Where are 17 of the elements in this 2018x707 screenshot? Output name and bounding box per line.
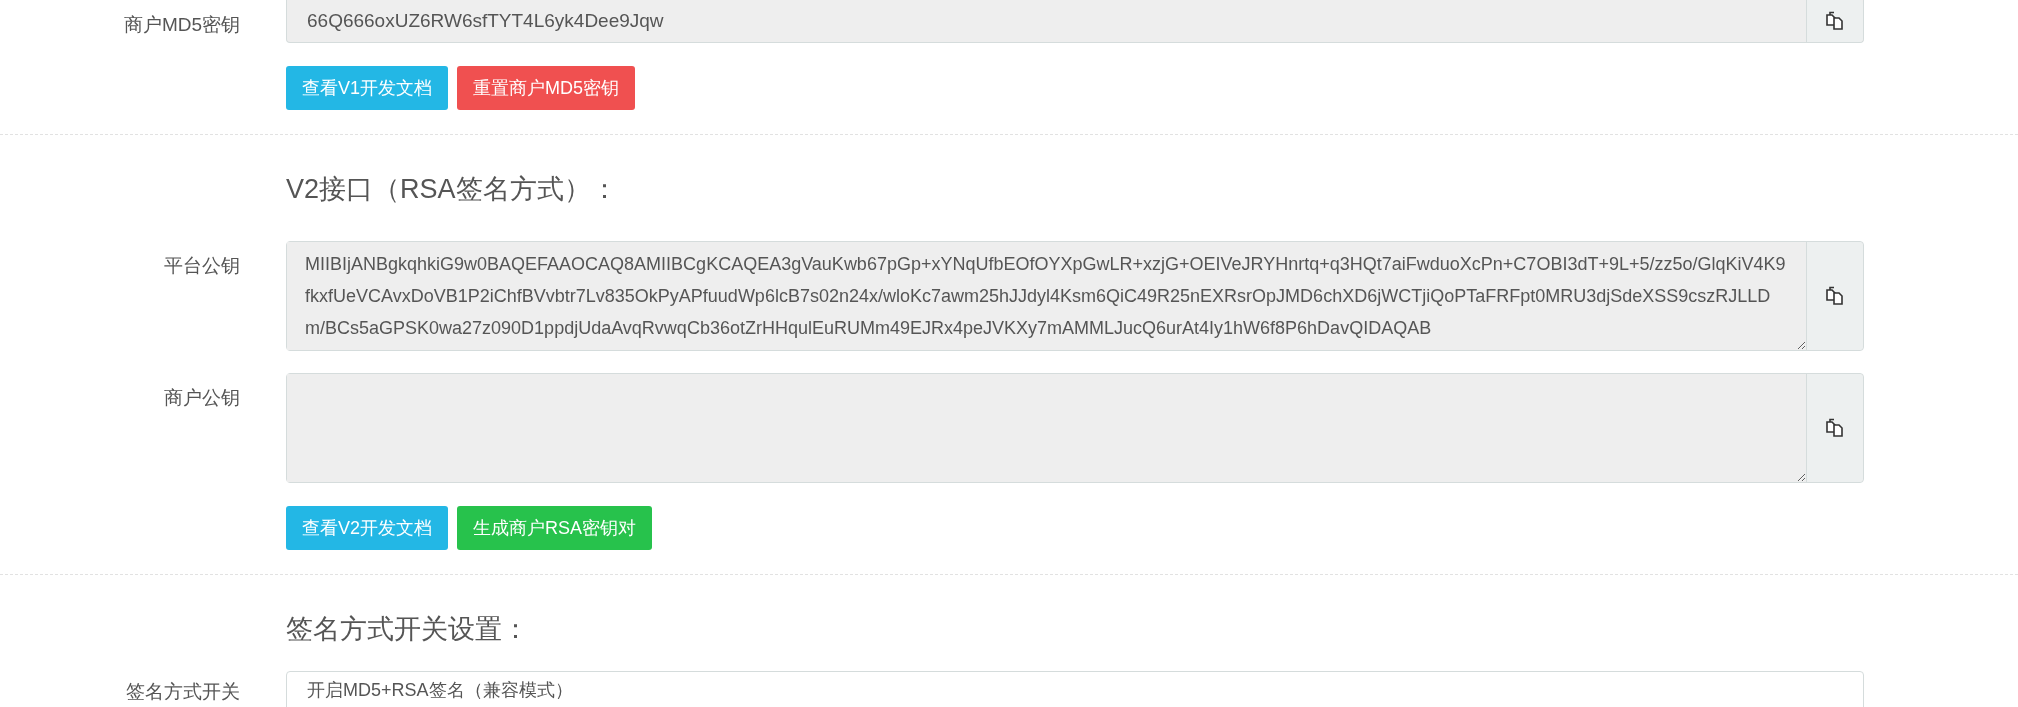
select-field[interactable]: 开启MD5+RSA签名（兼容模式） xyxy=(286,671,1864,707)
docs-button[interactable]: 查看V2开发文档 xyxy=(286,506,449,550)
generate-button[interactable]: 生成商户RSA密钥对 xyxy=(457,506,653,550)
copy-icon[interactable] xyxy=(1825,286,1845,306)
field-label: 平台公钥 xyxy=(163,254,240,278)
docs-button[interactable]: 查看V1开发文档 xyxy=(286,66,449,110)
section-heading: V2接口（RSA签名方式）： xyxy=(285,173,619,206)
key-field[interactable]: MIIBIjANBgkqhkiG9w0BAQEFAAOCAQ8AMIIBCgKCAQEA3gVauKwb67pGp+xYNqUfbEOfOYXpGwLR+xzjG+OEIVeJRYHnrtq+q3HQt7aiFwduoXcPn+C7OBI3dT+9L+5/zz5o/GlqKiV4K9fkxfUeVCAvxDoVB1P2iChfBVvbtr7Lv835OkPyAPfuudWp6lcB7s02n24x/wloKc7awm25hJJdyl4Ksm6QiC49R25nEXRsrOpJMD6chXD6jWCTjiQoPTaFRFpt0MRU3djSdeXSS9cszRJLLDm/BCs5aGPSK0wa27z090D1ppdjUdaAvqRvwqCb36otZrHHqulEuRUMm49EJRx4peJVKXy7mAMMLJucQ6urAt4Iy1hW6f8P6hDavQIDAQAB xyxy=(286,241,1864,351)
reset-button[interactable]: 重置商户MD5密钥 xyxy=(457,66,636,110)
field-label: 签名方式开关 xyxy=(125,680,240,704)
key-field[interactable]: 66Q666oxUZ6RW6sfTYT4L6yk4Dee9Jqw xyxy=(286,0,1864,43)
copy-icon[interactable] xyxy=(1825,11,1845,31)
key-field[interactable] xyxy=(286,373,1864,483)
copy-icon[interactable] xyxy=(1825,418,1845,438)
section-heading: 签名方式开关设置： xyxy=(285,613,530,646)
field-label: 商户MD5密钥 xyxy=(122,13,240,37)
field-label: 商户公钥 xyxy=(163,386,240,410)
